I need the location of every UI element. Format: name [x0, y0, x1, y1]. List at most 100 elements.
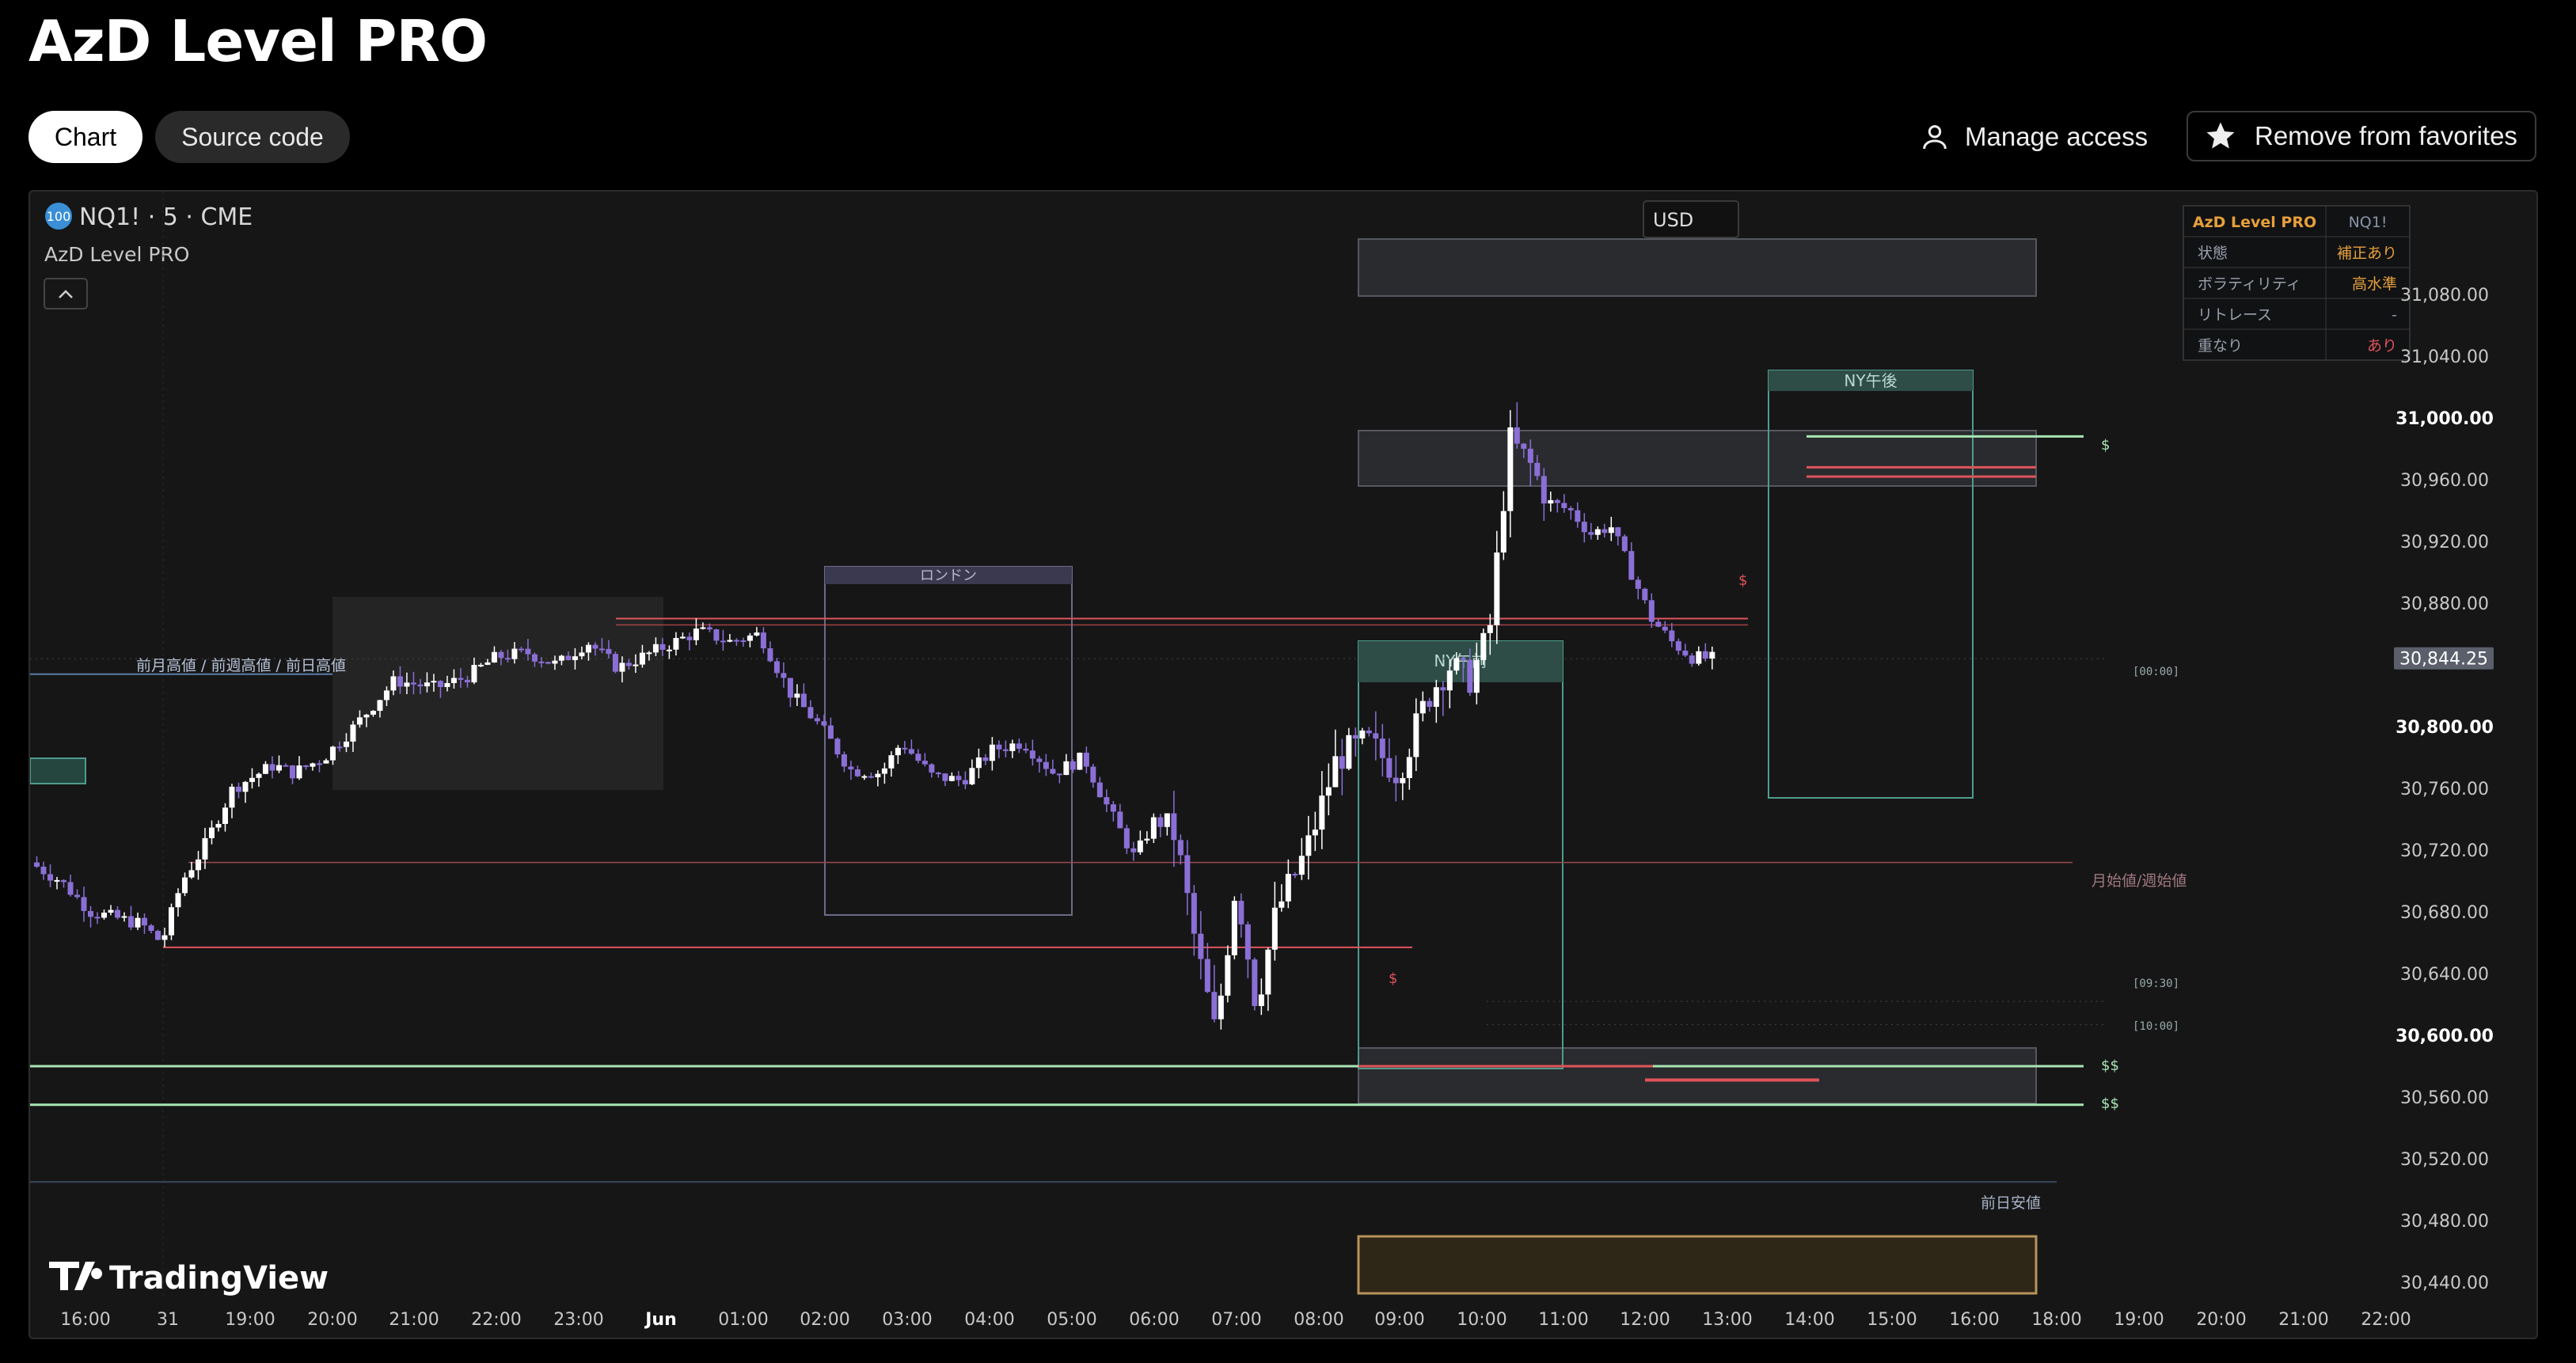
candle-body	[208, 827, 215, 838]
y-axis-tick: 30,480.00	[2400, 1212, 2489, 1232]
candle-body	[773, 661, 780, 674]
candle-body	[370, 711, 376, 715]
candle-body	[458, 678, 464, 680]
candle-body	[848, 766, 854, 770]
candle-body	[854, 769, 861, 776]
candle-body	[1056, 773, 1062, 776]
chart-panel[interactable]: 100 NQ1! · 5 · CME AzD Level PRO USD ロンド…	[28, 190, 2538, 1339]
prev-highs-label: 前月高値 / 前週高値 / 前日高値	[136, 657, 346, 674]
candle-body	[1494, 552, 1500, 625]
candle-body	[215, 823, 222, 828]
candle-body	[323, 760, 329, 764]
indicator-name[interactable]: AzD Level PRO	[44, 243, 189, 266]
candle-body	[1252, 959, 1258, 1007]
candle-body	[242, 781, 249, 792]
candle-body	[289, 765, 295, 779]
remove-favorites-label: Remove from favorites	[2255, 121, 2517, 150]
candle-body	[302, 765, 309, 768]
t0930-label: [09:30]	[2133, 978, 2179, 990]
candle-body	[1487, 625, 1493, 633]
candle-body	[868, 776, 874, 778]
candle-body	[404, 682, 410, 687]
candle-body	[1500, 511, 1506, 553]
candle-body	[1225, 955, 1231, 996]
collapse-button[interactable]	[44, 278, 88, 309]
tab-chart[interactable]: Chart	[28, 111, 142, 163]
symbol-title[interactable]: NQ1! · 5 · CME	[79, 203, 253, 231]
candle-body	[781, 673, 787, 678]
candle-body	[1298, 856, 1305, 875]
candle-body	[1023, 748, 1029, 751]
candle-body	[1346, 735, 1352, 769]
candle-body	[518, 648, 524, 651]
x-axis-tick: 08:00	[1294, 1310, 1343, 1330]
candle-body	[47, 874, 53, 881]
candle-body	[881, 768, 887, 774]
london-label: ロンドン	[920, 568, 977, 584]
candle-body	[659, 644, 666, 650]
y-axis-tick: 30,640.00	[2400, 965, 2489, 985]
t1000-label: [10:00]	[2133, 1020, 2179, 1033]
t0000-label: [00:00]	[2133, 666, 2179, 678]
candle-body	[1198, 933, 1204, 959]
x-axis-tick: 02:00	[800, 1310, 849, 1330]
info-table-key: ボラティリティ	[2198, 275, 2301, 293]
candle-body	[1567, 507, 1574, 511]
candle-body	[821, 721, 827, 726]
candle-body	[1050, 769, 1056, 774]
candle-body	[1029, 750, 1035, 759]
candle-body	[249, 777, 255, 782]
candle-body	[1339, 756, 1345, 769]
candle-body	[915, 754, 921, 761]
candle-body	[1096, 782, 1103, 798]
candle-body	[1682, 651, 1689, 656]
y-axis-tick: 30,960.00	[2400, 471, 2489, 491]
candle-body	[1548, 499, 1554, 504]
prior-session-box	[30, 757, 86, 784]
x-axis-tick: 18:00	[2031, 1310, 2081, 1330]
candle-body	[81, 897, 87, 911]
x-axis-tick: 01:00	[718, 1310, 768, 1330]
candle-body	[1191, 893, 1197, 934]
candle-body	[598, 648, 605, 651]
x-axis-tick: 21:00	[2278, 1310, 2328, 1330]
candle-body	[202, 837, 208, 860]
candle-body	[1406, 757, 1412, 779]
candle-body	[1655, 621, 1662, 627]
candle-body	[1144, 838, 1150, 841]
candle-body	[1063, 761, 1070, 776]
candle-body	[40, 866, 47, 875]
tradingview-logo[interactable]: TradingView	[49, 1260, 329, 1297]
x-axis-tick: 13:00	[1702, 1310, 1752, 1330]
x-axis-tick: 09:00	[1374, 1310, 1424, 1330]
candle-body	[1218, 995, 1224, 1019]
candle-body	[1130, 848, 1137, 852]
candle-body	[962, 780, 968, 784]
price-chart[interactable]: 100 NQ1! · 5 · CME AzD Level PRO USD ロンド…	[30, 192, 2536, 1338]
candle-body	[262, 764, 268, 774]
candle-body	[942, 773, 948, 781]
candle-body	[1359, 730, 1366, 738]
candle-body	[256, 773, 262, 778]
y-axis-tick: 30,520.00	[2400, 1150, 2489, 1170]
y-axis-tick: 30,600.00	[2396, 1027, 2494, 1046]
candle-body	[807, 707, 814, 719]
candle-body	[706, 627, 712, 630]
y-axis-tick: 30,440.00	[2400, 1274, 2489, 1293]
candle-body	[592, 644, 598, 649]
tab-source-code[interactable]: Source code	[155, 111, 350, 163]
candle-body	[1137, 840, 1143, 852]
candle-body	[1110, 804, 1116, 812]
candle-body	[1561, 503, 1567, 508]
candle-body	[1514, 427, 1520, 444]
candle-body	[175, 893, 181, 908]
candle-body	[1077, 752, 1083, 770]
candle-body	[121, 916, 127, 918]
candle-body	[154, 931, 161, 940]
candle-body	[417, 684, 424, 687]
candle-body	[1635, 579, 1641, 589]
candle-body	[141, 917, 147, 926]
candle-body	[67, 882, 74, 895]
remove-favorites-button[interactable]: Remove from favorites	[2187, 111, 2536, 161]
manage-access-button[interactable]: Manage access	[1919, 111, 2148, 163]
